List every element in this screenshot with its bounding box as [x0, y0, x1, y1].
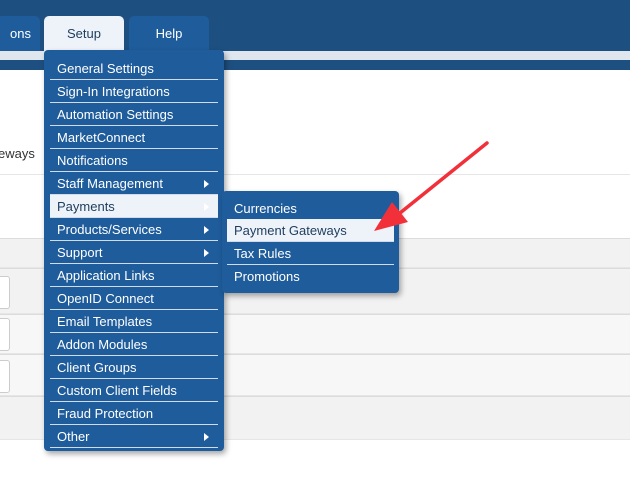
annotation-arrow-icon: [374, 141, 489, 231]
